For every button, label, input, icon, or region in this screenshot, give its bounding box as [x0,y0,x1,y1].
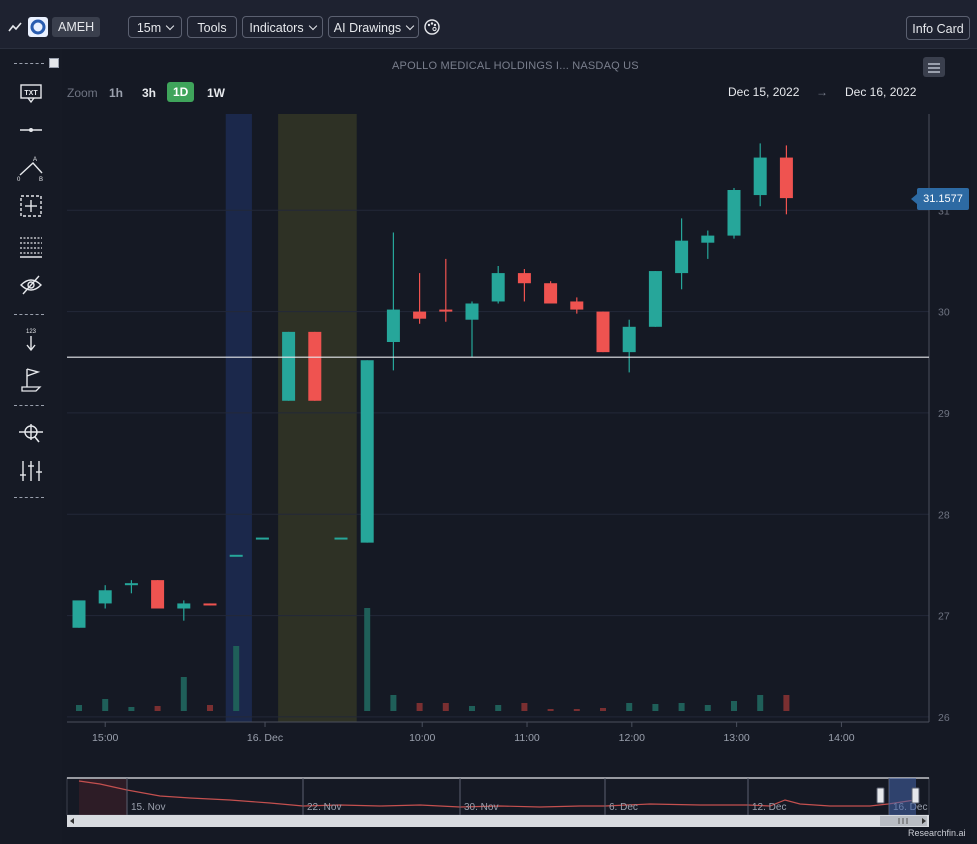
last-price-tag: 31.1577 [911,188,969,210]
y-tick-label: 29 [938,408,950,420]
x-tick-label: 12:00 [619,732,645,744]
candle-body [151,580,165,609]
volume-bar [128,707,135,711]
candle-body [360,360,374,543]
volume-bar [442,703,449,711]
candle-body [779,157,793,199]
volume-bar [390,695,397,711]
volume-bar [364,608,371,711]
candle-body [648,271,662,327]
plot-area [67,114,929,722]
volume-bar [626,703,633,711]
candle-body [177,603,191,609]
volume-bar [678,703,685,711]
navigator-label: 12. Dec [752,802,786,813]
y-tick-label: 27 [938,611,950,623]
candle-body [334,537,348,540]
volume-bar [731,701,737,711]
x-tick-label: 15:00 [92,732,118,744]
x-tick-label: 11:00 [514,732,540,744]
candle-body [491,273,505,302]
candle-body [229,554,243,557]
price-chart[interactable]: 26272829303115:00 16. Dec 10:00 11:00 12:00 1… [0,0,977,844]
candle-body [675,240,689,274]
volume-bar [154,706,161,711]
volume-bar [180,677,187,711]
candle-body [413,311,427,319]
x-tick-label: 14:00 [828,732,854,744]
candle-body [544,283,558,304]
candle-body [465,303,479,320]
x-tick-label: 13:00 [723,732,749,744]
candle-body [255,537,269,540]
volume-bar [207,705,213,711]
candle-body [517,273,531,284]
volume-bar [547,709,554,711]
candle-body [570,301,584,310]
candle-body [622,326,636,353]
candle-body [72,600,86,628]
candle-body [386,309,400,342]
volume-bar [521,703,528,711]
volume-bar [704,705,711,711]
scrollbar-track [67,815,929,827]
volume-bar [783,695,790,711]
highlight-band [278,114,357,722]
navigator-label: 22. Nov [307,802,341,813]
candle-body [98,590,112,604]
candle-body [203,603,217,606]
volume-bar [600,708,606,711]
x-tick-label: 16. Dec [247,732,283,744]
navigator-handle-left [876,787,885,804]
navigator-label: 15. Nov [131,802,165,813]
y-tick-label: 30 [938,307,950,319]
candle-body [701,235,715,243]
volume-bar [573,709,580,711]
candle-body [124,583,138,586]
candle-body [596,311,610,353]
brand-footer: Researchfin.ai [908,828,966,838]
candle-body [308,331,322,401]
y-tick-label: 28 [938,509,950,521]
app-frame: AMEH 15m Tools Indicators AI Drawings In… [0,0,977,844]
x-tick-label: 10:00 [409,732,435,744]
candle-body [753,157,767,196]
volume-bar [233,646,240,711]
navigator-label: 6. Dec [609,802,638,813]
volume-bar [76,705,82,711]
navigator-handle-right [911,787,920,804]
navigator-label: 30. Nov [464,802,498,813]
y-tick-label: 26 [938,712,950,724]
candle-body [282,331,296,401]
volume-bar [469,706,475,711]
volume-bar [495,705,502,711]
volume-bar [102,699,109,711]
candle-body [439,309,453,312]
volume-bar [416,703,423,711]
highlight-band [225,114,252,722]
volume-bar [652,704,659,711]
candle-body [727,190,741,236]
volume-bar [757,695,764,711]
